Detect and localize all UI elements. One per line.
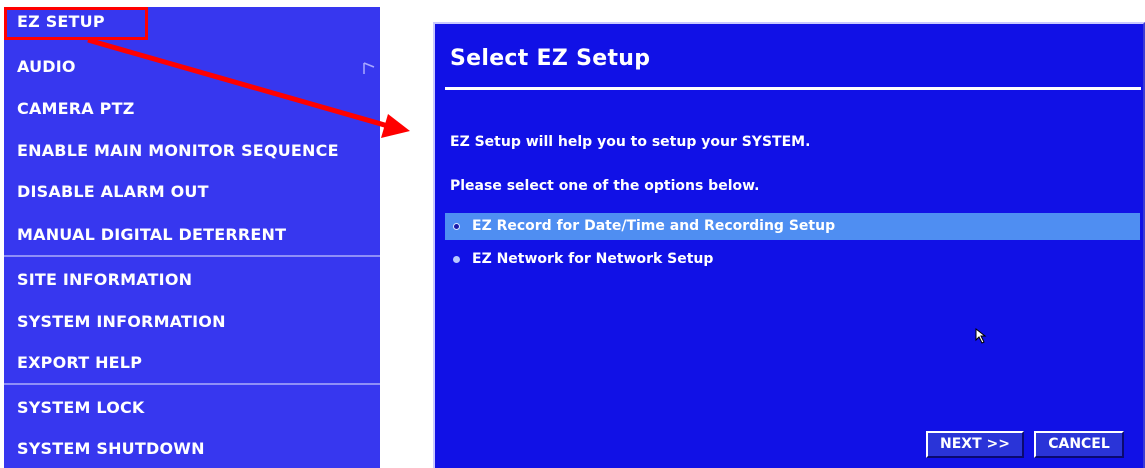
menu-divider — [4, 383, 380, 385]
option-ez-record[interactable]: EZ Record for Date/Time and Recording Se… — [445, 213, 1140, 240]
highlight-box — [4, 7, 148, 40]
radio-selected-icon — [453, 223, 460, 230]
ez-setup-dialog: Select EZ Setup EZ Setup will help you t… — [433, 22, 1145, 468]
prompt-text: Please select one of the options below. — [450, 178, 760, 194]
submenu-arrow-icon — [363, 62, 375, 74]
cancel-button[interactable]: CANCEL — [1034, 431, 1124, 458]
title-divider — [445, 87, 1141, 90]
next-button[interactable]: NEXT >> — [926, 431, 1024, 458]
menu-item-system-lock[interactable]: SYSTEM LOCK — [17, 398, 145, 418]
menu-divider — [4, 255, 380, 257]
menu-item-camera-ptz[interactable]: CAMERA PTZ — [17, 99, 135, 119]
menu-item-disable-alarm-out[interactable]: DISABLE ALARM OUT — [17, 182, 209, 202]
menu-item-manual-digital-deterrent[interactable]: MANUAL DIGITAL DETERRENT — [17, 225, 286, 245]
menu-item-audio[interactable]: AUDIO — [17, 57, 76, 77]
dialog-title: Select EZ Setup — [450, 46, 651, 71]
option-label: EZ Network for Network Setup — [472, 251, 714, 267]
menu-item-export-help[interactable]: EXPORT HELP — [17, 353, 142, 373]
menu-item-site-information[interactable]: SITE INFORMATION — [17, 270, 192, 290]
option-label: EZ Record for Date/Time and Recording Se… — [472, 218, 836, 234]
radio-unselected-icon — [453, 256, 460, 263]
option-ez-network[interactable]: EZ Network for Network Setup — [445, 246, 1140, 273]
intro-text: EZ Setup will help you to setup your SYS… — [450, 134, 811, 150]
mouse-cursor-icon — [975, 328, 987, 344]
context-menu: EZ SETUP AUDIO CAMERA PTZ ENABLE MAIN MO… — [4, 7, 380, 468]
menu-item-system-information[interactable]: SYSTEM INFORMATION — [17, 312, 226, 332]
menu-item-enable-main-monitor-sequence[interactable]: ENABLE MAIN MONITOR SEQUENCE — [17, 141, 339, 161]
menu-item-system-shutdown[interactable]: SYSTEM SHUTDOWN — [17, 439, 205, 459]
